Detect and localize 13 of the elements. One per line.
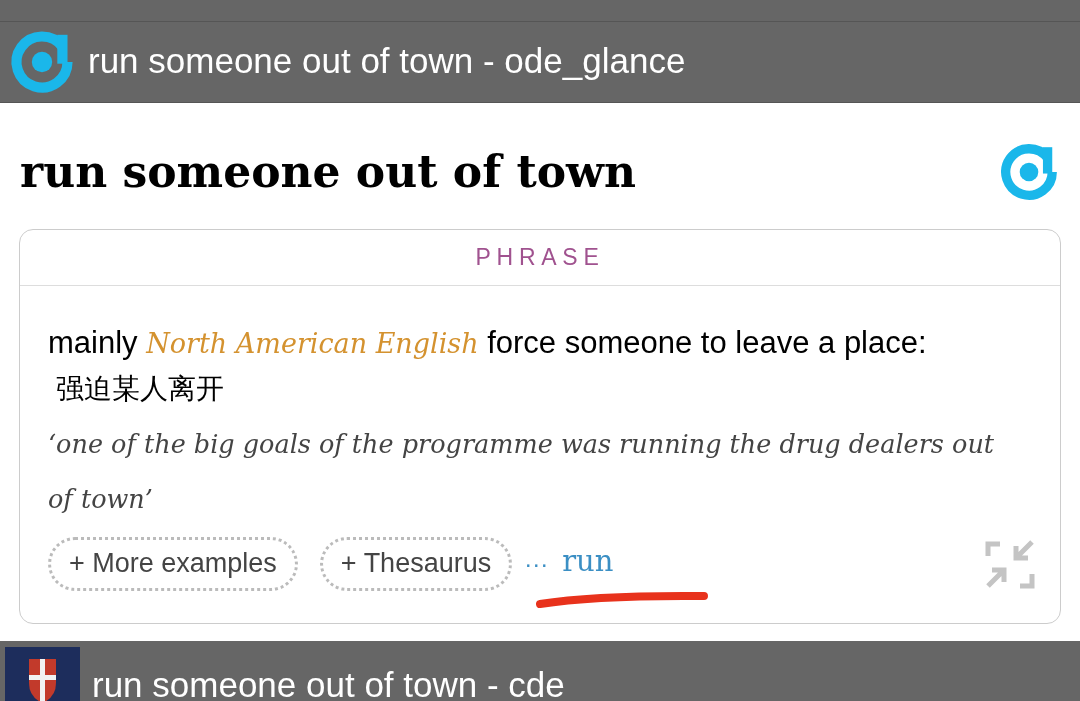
expand-button[interactable]: + Thesaurus <box>319 536 513 591</box>
crest-icon <box>5 647 80 701</box>
collapse-icon[interactable] <box>984 537 1036 590</box>
part-of-speech-label: PHRASE <box>475 242 605 272</box>
expand-button[interactable]: + More examples <box>48 536 298 591</box>
more-dots: ··· <box>524 548 549 579</box>
window-title: run someone out of town - ode_glance <box>88 40 686 83</box>
headword: run someone out of town <box>20 149 636 194</box>
definition: mainly North American English force someone to leave a place: <box>48 323 928 362</box>
result-title[interactable]: run someone out of town - cde <box>92 667 565 701</box>
example-sentence: ‘one of the big goals of the programme was running the drug dealers out of town’ <box>48 427 996 516</box>
translation: 强迫某人离开 <box>55 371 225 406</box>
headword-link[interactable]: run <box>562 539 614 584</box>
